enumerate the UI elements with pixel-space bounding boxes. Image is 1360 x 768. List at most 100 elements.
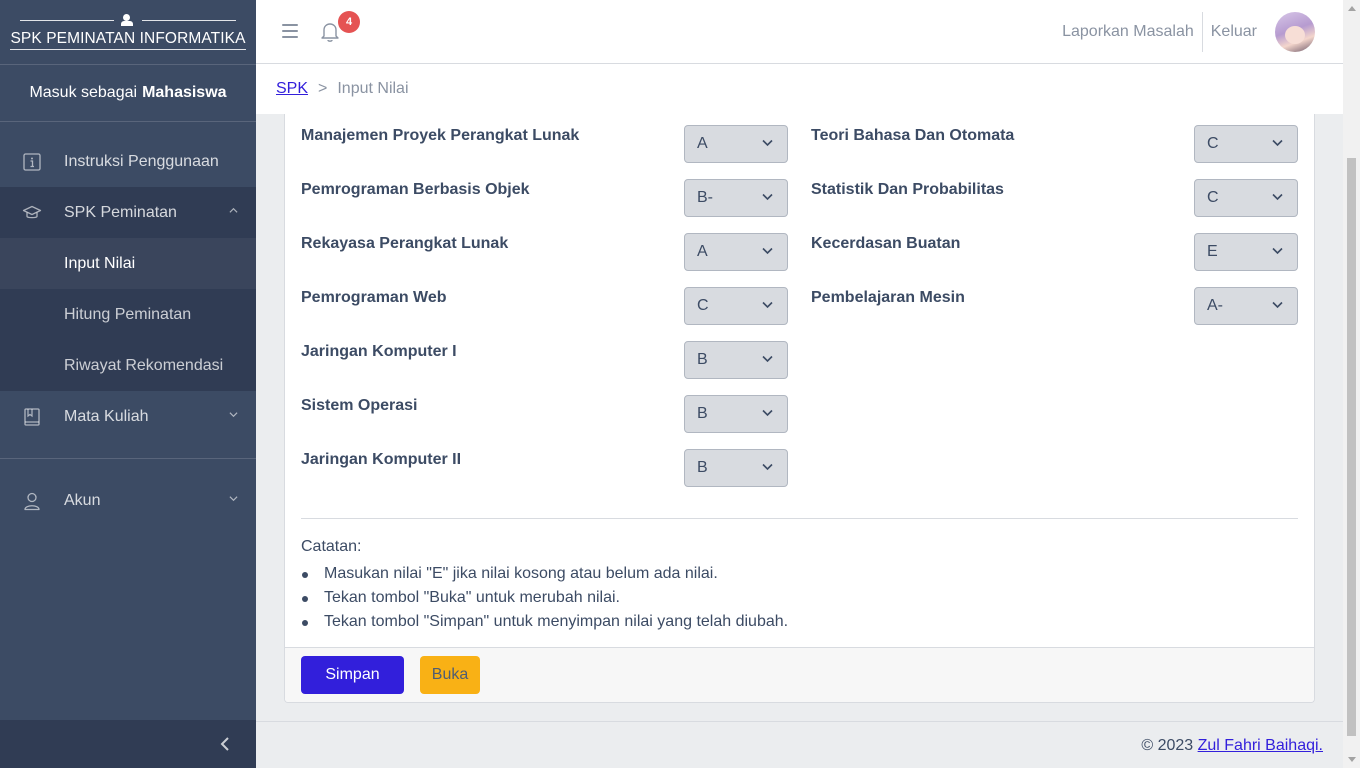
sidebar-subitem-hitung-peminatan[interactable]: Hitung Peminatan [0,289,256,340]
course-label: Teori Bahasa Dan Otomata [811,127,1015,144]
grade-row: Pemrograman Berbasis Objek B- [301,178,788,218]
info-icon [22,152,42,172]
grade-select[interactable]: A [684,125,788,163]
sidebar-group-spk: SPK Peminatan Input Nilai Hitung Peminat… [0,187,256,391]
chevron-down-icon [762,301,773,309]
course-label: Sistem Operasi [301,397,418,414]
chevron-down-icon [762,193,773,201]
author-link[interactable]: Zul Fahri Baihaqi. [1198,737,1323,754]
grade-input-card: Manajemen Proyek Perangkat Lunak A Pemro… [284,114,1315,703]
grade-select[interactable]: B [684,395,788,433]
page-scrollbar[interactable] [1343,0,1360,768]
course-label: Kecerdasan Buatan [811,235,961,252]
sidebar-item-label: Mata Kuliah [64,407,149,425]
brand-logo-icon [20,13,236,27]
notes-title: Catatan: [301,538,362,555]
notes-section: Catatan: Masukan nilai "E" jika nilai ko… [301,538,788,634]
chevron-down-icon [762,463,773,471]
notes-list: Masukan nilai "E" jika nilai kosong atau… [301,562,788,634]
grade-select[interactable]: C [684,287,788,325]
sidebar-item-label: Akun [64,491,101,509]
sidebar-item-spk-peminatan[interactable]: SPK Peminatan [0,187,256,238]
course-label: Rekayasa Perangkat Lunak [301,235,509,252]
grade-value: A [697,243,708,260]
grade-row: Kecerdasan Buatan E [811,232,1298,272]
grade-select[interactable]: B- [684,179,788,217]
user-icon [22,491,42,511]
breadcrumb: SPK > Input Nilai [256,64,1343,114]
brand[interactable]: SPK PEMINATAN INFORMATIKA [0,0,256,64]
logout-link[interactable]: Keluar [1211,23,1257,41]
sidebar-item-mata-kuliah[interactable]: Mata Kuliah [0,391,256,442]
copyright: © 2023 Zul Fahri Baihaqi. [1141,737,1323,755]
notification-badge: 4 [338,11,360,33]
login-role: Mahasiswa [142,84,227,101]
chevron-left-icon [220,737,229,751]
book-icon [22,407,42,427]
course-label: Statistik Dan Probabilitas [811,181,1004,198]
divider [301,518,1298,519]
grade-select[interactable]: A [684,233,788,271]
sidebar-subitem-input-nilai[interactable]: Input Nilai [0,238,256,289]
grade-row: Sistem Operasi B [301,394,788,434]
grade-select[interactable]: B [684,449,788,487]
grade-select[interactable]: E [1194,233,1298,271]
report-problem-link[interactable]: Laporkan Masalah [1062,23,1194,41]
grade-select[interactable]: A- [1194,287,1298,325]
grade-select[interactable]: C [1194,125,1298,163]
grade-value: B [697,351,708,368]
course-label: Manajemen Proyek Perangkat Lunak [301,127,580,144]
grade-select[interactable]: B [684,341,788,379]
grade-value: A [697,135,708,152]
grade-value: B [697,459,708,476]
card-footer: Simpan Buka [285,647,1314,702]
chevron-down-icon [762,247,773,255]
sidebar-item-akun[interactable]: Akun [0,475,256,526]
login-role-info: Masuk sebagai Mahasiswa [0,65,256,121]
course-label: Jaringan Komputer II [301,451,462,468]
chevron-down-icon [762,355,773,363]
graduation-cap-icon [22,203,42,223]
sidebar-subitem-riwayat-rekomendasi[interactable]: Riwayat Rekomendasi [0,340,256,391]
course-label: Jaringan Komputer I [301,343,457,360]
chevron-down-icon [1272,301,1283,309]
chevron-down-icon [762,139,773,147]
grade-value: A- [1207,297,1223,314]
chevron-down-icon [1272,139,1283,147]
grade-value: B [697,405,708,422]
breadcrumb-link-spk[interactable]: SPK [276,80,308,98]
breadcrumb-separator: > [318,80,328,97]
note-item: Tekan tombol "Buka" untuk merubah nilai. [301,586,788,610]
chevron-down-icon [229,496,238,502]
course-label: Pemrograman Berbasis Objek [301,181,530,198]
breadcrumb-current: Input Nilai [337,80,409,97]
header: 4 Laporkan Masalah Keluar SPK > Input Ni… [256,0,1343,114]
chevron-down-icon [762,409,773,417]
sidebar-item-instruksi[interactable]: Instruksi Penggunaan [0,136,256,187]
grade-value: C [1207,189,1219,206]
open-button[interactable]: Buka [420,656,480,694]
sidebar-item-label: SPK Peminatan [64,203,177,221]
save-button[interactable]: Simpan [301,656,404,694]
bell-icon[interactable] [320,21,340,43]
chevron-up-icon [229,207,238,213]
course-label: Pembelajaran Mesin [811,289,965,306]
sidebar-item-label: Instruksi Penggunaan [64,152,219,170]
chevron-down-icon [1272,247,1283,255]
scroll-up-icon[interactable] [1348,6,1356,11]
grade-row: Teori Bahasa Dan Otomata C [811,124,1298,164]
chevron-down-icon [1272,193,1283,201]
sidebar-nav: Instruksi Penggunaan SPK Peminatan Input… [0,136,256,526]
grade-row: Pembelajaran Mesin A- [811,286,1298,326]
avatar[interactable] [1275,12,1315,52]
grade-select[interactable]: C [1194,179,1298,217]
scroll-down-icon[interactable] [1348,757,1356,762]
scroll-thumb[interactable] [1347,158,1356,736]
page-footer: © 2023 Zul Fahri Baihaqi. [256,721,1343,768]
sidebar-collapse-toggle[interactable] [0,720,256,768]
course-label: Pemrograman Web [301,289,447,306]
chevron-down-icon [229,412,238,418]
grade-value: C [1207,135,1219,152]
note-item: Masukan nilai "E" jika nilai kosong atau… [301,562,788,586]
menu-toggle-icon[interactable] [282,24,298,38]
